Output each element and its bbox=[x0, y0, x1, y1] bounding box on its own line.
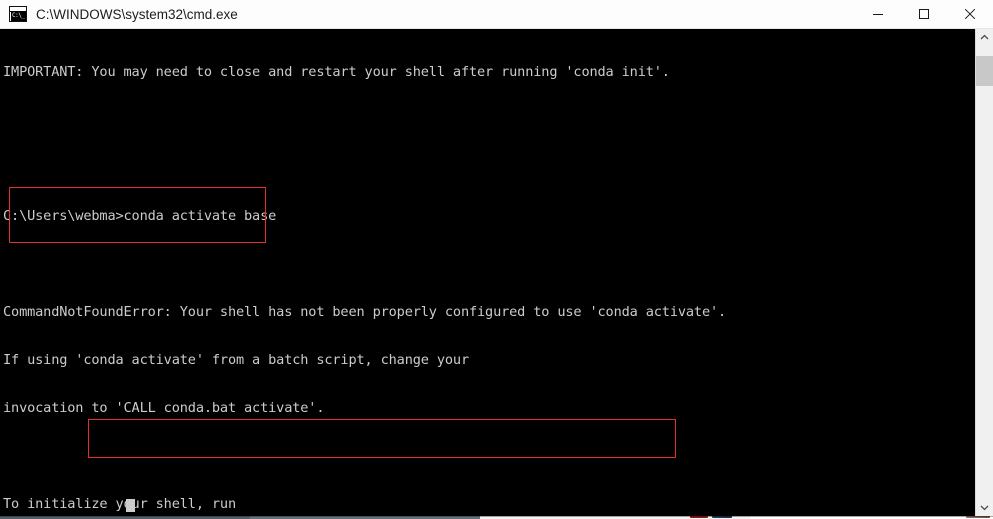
console-line: To initialize your shell, run bbox=[3, 496, 236, 512]
console-line: CommandNotFoundError: Your shell has not… bbox=[3, 304, 727, 320]
vertical-scrollbar[interactable] bbox=[975, 29, 993, 516]
console-line: IMPORTANT: You may need to close and res… bbox=[3, 64, 670, 80]
console-area[interactable]: IMPORTANT: You may need to close and res… bbox=[0, 29, 993, 516]
console-output[interactable]: IMPORTANT: You may need to close and res… bbox=[0, 29, 975, 516]
block-cursor bbox=[126, 499, 135, 512]
scroll-up-icon bbox=[980, 34, 989, 40]
close-button[interactable] bbox=[947, 0, 993, 28]
cmd-window: C:\WINDOWS\system32\cmd.exe IMPORTANT: Y… bbox=[0, 0, 993, 516]
maximize-button[interactable] bbox=[901, 0, 947, 28]
title-bar[interactable]: C:\WINDOWS\system32\cmd.exe bbox=[0, 0, 993, 29]
scroll-down-button[interactable] bbox=[976, 499, 993, 516]
scroll-up-button[interactable] bbox=[976, 29, 993, 46]
maximize-icon bbox=[919, 9, 929, 19]
scrollbar-thumb[interactable] bbox=[976, 56, 993, 86]
console-line: invocation to 'CALL conda.bat activate'. bbox=[3, 400, 325, 416]
minimize-button[interactable] bbox=[855, 0, 901, 28]
console-line: If using 'conda activate' from a batch s… bbox=[3, 352, 469, 368]
scroll-down-icon bbox=[980, 505, 989, 511]
minimize-icon bbox=[873, 14, 883, 15]
console-line: C:\Users\webma>conda activate base bbox=[3, 208, 277, 224]
scrollbar-track[interactable] bbox=[976, 46, 993, 499]
cmd-console-icon bbox=[9, 6, 27, 22]
window-title: C:\WINDOWS\system32\cmd.exe bbox=[36, 6, 238, 22]
close-icon bbox=[964, 8, 976, 20]
